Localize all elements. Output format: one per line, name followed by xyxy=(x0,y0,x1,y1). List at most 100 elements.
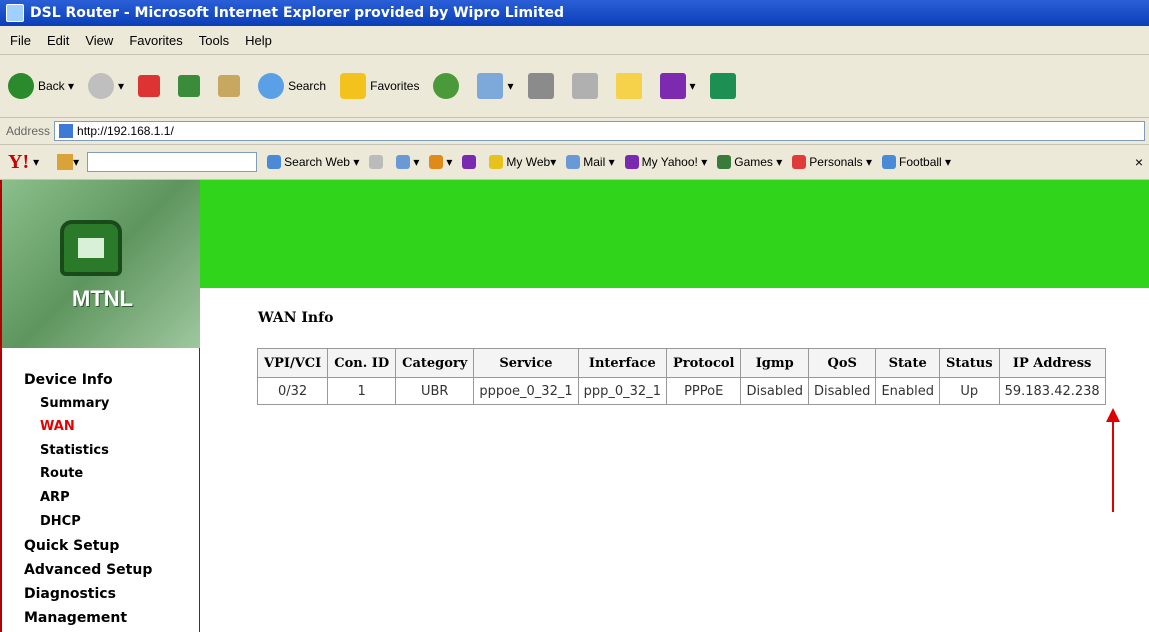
page-title: WAN Info xyxy=(258,310,334,326)
cell-ip-address: 59.183.42.238 xyxy=(998,377,1106,405)
close-toolbar-icon[interactable]: × xyxy=(1135,154,1143,170)
address-input[interactable]: http://192.168.1.1/ xyxy=(54,121,1145,141)
sidebar-item-quick-setup[interactable]: Quick Setup xyxy=(24,538,119,554)
yahoo-logo-icon[interactable]: Y! xyxy=(8,151,29,174)
printer-icon xyxy=(527,73,554,99)
popup-blocker-button[interactable] xyxy=(462,155,479,169)
my-web-button[interactable]: My Web ▾ xyxy=(489,155,556,169)
print-button[interactable] xyxy=(527,73,558,99)
favorites-label: Favorites xyxy=(370,79,420,93)
col-igmp: Igmp xyxy=(740,348,809,378)
table-header-row: VPI/VCI Con. ID Category Service Interfa… xyxy=(256,348,1106,378)
telephone-icon xyxy=(60,220,122,276)
my-yahoo-link[interactable]: My Yahoo! ▾ xyxy=(624,155,707,169)
sidebar-item-route[interactable]: Route xyxy=(40,466,83,481)
search-label: Search xyxy=(288,79,327,93)
cell-protocol: PPPoE xyxy=(665,377,742,405)
sidebar-item-dhcp[interactable]: DHCP xyxy=(40,514,81,529)
menu-view[interactable]: View xyxy=(85,33,113,48)
sidebar-item-summary[interactable]: Summary xyxy=(40,396,109,411)
mail-link[interactable]: Mail ▾ xyxy=(566,155,615,169)
personals-link[interactable]: Personals ▾ xyxy=(792,155,872,169)
menu-file[interactable]: File xyxy=(10,33,31,48)
forward-button[interactable]: ▾ xyxy=(88,73,124,99)
sidebar-item-device-info[interactable]: Device Info xyxy=(24,372,113,388)
mail-button[interactable]: ▾ xyxy=(477,73,514,99)
content-panel xyxy=(200,288,1149,632)
cell-status: Up xyxy=(938,377,1000,405)
table-row: 0/32 1 UBR pppoe_0_32_1 ppp_0_32_1 PPPoE… xyxy=(256,377,1106,405)
mail-icon xyxy=(477,73,504,99)
col-category: Category xyxy=(395,348,475,378)
cell-vpi-vci: 0/32 xyxy=(256,377,329,405)
cell-category: UBR xyxy=(395,377,475,405)
cell-service: pppoe_0_32_1 xyxy=(473,377,579,405)
highlight-button[interactable] xyxy=(369,155,386,169)
sidebar-item-management[interactable]: Management xyxy=(24,610,127,626)
cell-con-id: 1 xyxy=(327,377,397,405)
page-icon xyxy=(59,124,74,138)
col-vpi-vci: VPI/VCI xyxy=(256,348,329,378)
note-icon xyxy=(615,73,642,99)
msn-messenger-button[interactable] xyxy=(709,73,740,99)
yahoo-messenger-icon xyxy=(659,73,686,99)
mtnl-logo: MTNL xyxy=(0,180,200,348)
heart-icon xyxy=(792,155,807,169)
messenger-icon xyxy=(709,73,736,99)
standard-toolbar: Back ▾ ▾ Search Favorites ▾ ▾ xyxy=(0,55,1149,118)
sidebar-item-arp[interactable]: ARP xyxy=(40,490,70,505)
col-qos: QoS xyxy=(807,348,877,378)
address-label: Address xyxy=(6,124,51,138)
window-title: DSL Router - Microsoft Internet Explorer… xyxy=(30,5,565,21)
search-web-button[interactable]: Search Web ▾ xyxy=(267,155,359,169)
history-button[interactable] xyxy=(433,73,463,99)
menu-bar: File Edit View Favorites Tools Help xyxy=(0,26,1149,55)
pen-icon[interactable] xyxy=(57,154,74,170)
games-link[interactable]: Games ▾ xyxy=(717,155,782,169)
col-ip-address: IP Address xyxy=(998,348,1106,378)
home-button[interactable] xyxy=(218,75,244,97)
col-protocol: Protocol xyxy=(665,348,742,378)
sidebar-item-wan[interactable]: WAN xyxy=(40,419,75,434)
menu-edit[interactable]: Edit xyxy=(47,33,69,48)
highlight-icon xyxy=(369,155,384,169)
col-interface: Interface xyxy=(577,348,667,378)
yahoo-search-input[interactable] xyxy=(87,152,258,172)
popup-blocker-icon xyxy=(462,155,477,169)
col-service: Service xyxy=(473,348,579,378)
ie-page-icon xyxy=(6,4,24,22)
sidebar-item-advanced-setup[interactable]: Advanced Setup xyxy=(24,562,152,578)
antispy-icon xyxy=(429,155,444,169)
back-arrow-icon xyxy=(8,73,34,99)
router-page: MTNL Device Info Summary WAN Statistics … xyxy=(0,180,1149,632)
history-icon xyxy=(433,73,460,99)
sidebar-item-statistics[interactable]: Statistics xyxy=(40,443,109,458)
back-label: Back xyxy=(38,79,65,93)
stop-icon xyxy=(138,75,161,97)
menu-favorites[interactable]: Favorites xyxy=(129,33,182,48)
favorites-button[interactable]: Favorites xyxy=(340,73,419,99)
refresh-button[interactable] xyxy=(178,75,204,97)
col-status: Status xyxy=(938,348,1000,378)
note-button[interactable] xyxy=(615,73,646,99)
menu-tools[interactable]: Tools xyxy=(199,33,229,48)
menu-help[interactable]: Help xyxy=(245,33,272,48)
my-yahoo-icon xyxy=(624,155,639,169)
sidebar-item-diagnostics[interactable]: Diagnostics xyxy=(24,586,116,602)
favorites-star-icon xyxy=(340,73,367,99)
cell-qos: Disabled xyxy=(807,377,877,405)
back-button[interactable]: Back ▾ xyxy=(8,73,74,99)
cell-interface: ppp_0_32_1 xyxy=(577,377,667,405)
layout-icon xyxy=(396,155,411,169)
yahoo-toolbar: Y! ▾ ▾ Search Web ▾ ▾ ▾ My Web ▾ Mail ▾ M… xyxy=(0,145,1149,180)
yahoo-messenger-button[interactable]: ▾ xyxy=(659,73,696,99)
stop-button[interactable] xyxy=(138,75,164,97)
antispy-button[interactable]: ▾ xyxy=(429,155,452,169)
football-icon xyxy=(882,155,897,169)
edit-button[interactable] xyxy=(571,73,602,99)
football-link[interactable]: Football ▾ xyxy=(882,155,951,169)
layout-button[interactable]: ▾ xyxy=(396,155,419,169)
cell-igmp: Disabled xyxy=(740,377,809,405)
search-button[interactable]: Search xyxy=(258,73,326,99)
logo-text: MTNL xyxy=(72,286,134,311)
